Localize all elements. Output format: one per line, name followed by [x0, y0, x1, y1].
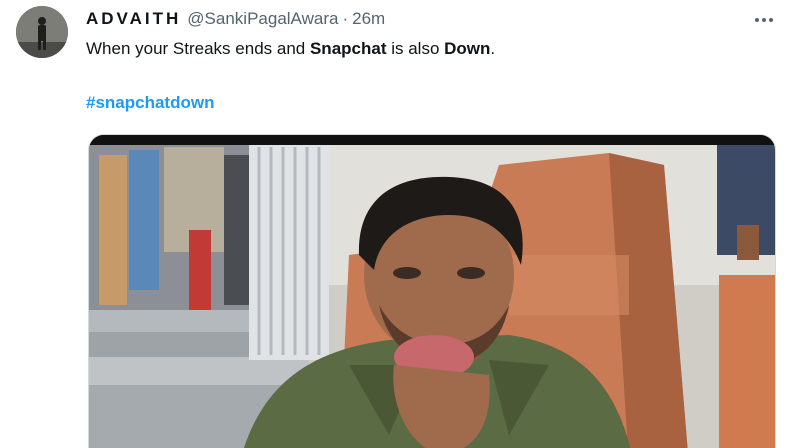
tweet-text: When your Streaks ends and Snapchat is a… [86, 38, 495, 60]
meme-image [89, 135, 775, 448]
more-horizontal-icon[interactable] [750, 8, 778, 32]
avatar[interactable] [16, 6, 68, 58]
tweet-text-part: is also [386, 39, 445, 58]
tweet-header: ADVAITH @SankiPagalAwara · 26m [86, 8, 385, 30]
hashtag-link[interactable]: #snapchatdown [86, 92, 214, 114]
tweet-timestamp[interactable]: 26m [352, 8, 385, 30]
user-handle[interactable]: @SankiPagalAwara [187, 8, 338, 30]
tweet-text-part: When your Streaks ends and [86, 39, 310, 58]
separator-dot: · [342, 9, 349, 28]
tweet-text-bold: Down [444, 39, 491, 58]
tweet-media-image[interactable] [88, 134, 776, 448]
tweet-text-part: . [490, 39, 496, 58]
display-name[interactable]: ADVAITH [86, 8, 181, 30]
tweet-text-bold: Snapchat [309, 39, 387, 58]
avatar-image [16, 6, 68, 58]
tweet-card[interactable]: ADVAITH @SankiPagalAwara · 26m When your… [0, 0, 800, 448]
